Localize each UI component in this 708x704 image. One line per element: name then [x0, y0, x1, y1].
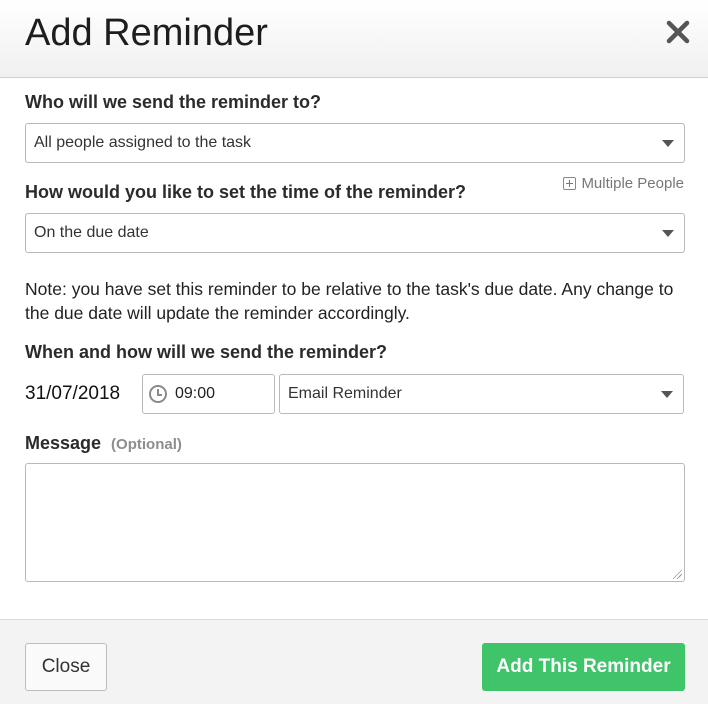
dialog-header: Add Reminder — [0, 0, 708, 78]
multiple-people-link[interactable]: Multiple People — [563, 175, 684, 192]
plus-icon — [563, 177, 577, 190]
message-label: Message (Optional) — [25, 433, 182, 454]
add-reminder-button[interactable]: Add This Reminder — [482, 643, 685, 691]
timing-note: Note: you have set this reminder to be r… — [25, 279, 674, 323]
chevron-down-icon — [662, 230, 674, 237]
recipient-select[interactable]: All people assigned to the task — [25, 123, 685, 163]
message-label-text: Message — [25, 433, 102, 453]
reminder-method-value: Email Reminder — [288, 385, 402, 402]
clock-icon — [149, 385, 167, 403]
chevron-down-icon — [662, 140, 674, 147]
reminder-method-select[interactable]: Email Reminder — [279, 374, 684, 414]
timing-label: How would you like to set the time of th… — [25, 182, 467, 202]
recipient-label: Who will we send the reminder to? — [25, 92, 322, 112]
timing-select-value: On the due date — [34, 224, 149, 241]
chevron-down-icon — [661, 391, 673, 398]
dialog-title: Add Reminder — [25, 12, 268, 54]
schedule-label: When and how will we send the reminder? — [25, 342, 388, 362]
message-textarea[interactable] — [25, 463, 685, 582]
optional-hint: (Optional) — [111, 436, 182, 453]
multiple-people-label: Multiple People — [581, 175, 684, 192]
time-field[interactable]: 09:00 — [142, 374, 275, 414]
dialog-footer: Close Add This Reminder — [0, 619, 708, 704]
resize-grip-icon[interactable] — [673, 570, 682, 579]
close-icon[interactable] — [665, 15, 691, 49]
close-button[interactable]: Close — [25, 643, 107, 691]
date-field[interactable]: 31/07/2018 — [25, 383, 120, 405]
add-reminder-dialog: Add Reminder Who will we send the remind… — [0, 0, 708, 704]
time-value: 09:00 — [175, 385, 216, 402]
timing-select[interactable]: On the due date — [25, 213, 685, 253]
recipient-select-value: All people assigned to the task — [34, 134, 252, 151]
